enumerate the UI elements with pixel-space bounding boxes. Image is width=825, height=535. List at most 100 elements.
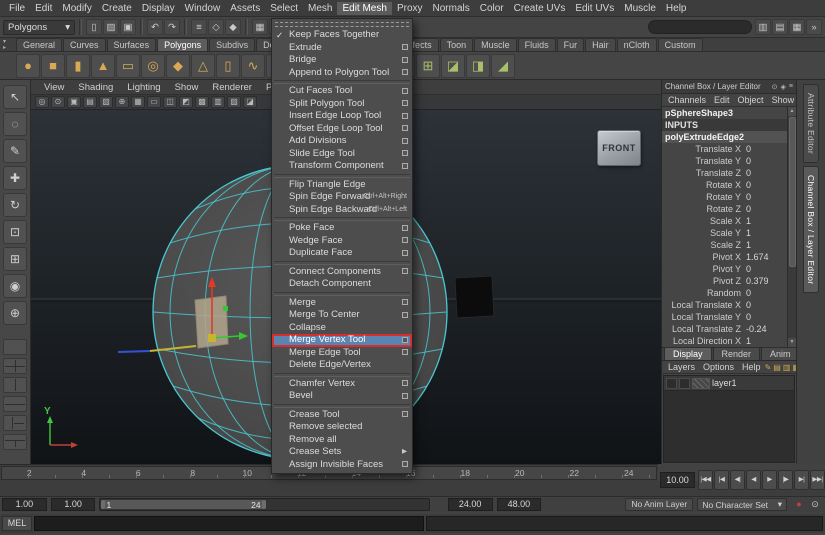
menu-item[interactable]: ✓ Merge Vertex Tool ▶ [272, 334, 412, 347]
select-camera-icon[interactable]: ◎ [35, 96, 49, 108]
paint-select-tool-icon[interactable]: ✎ [3, 139, 27, 163]
new-empty-layer-icon[interactable]: ▤ [773, 363, 781, 372]
menu-item[interactable]: ✓ Chamfer Vertex ▶ [272, 378, 412, 391]
option-box[interactable] [402, 250, 408, 256]
channel-box-toggle-icon[interactable]: ▦ [789, 19, 805, 35]
move-tool-icon[interactable]: ✚ [3, 166, 27, 190]
menu-item[interactable]: ✓ Spin Edge Backward Ctrl+Alt+Left ▶ [272, 204, 412, 217]
menu-item[interactable]: File [4, 2, 30, 15]
safe-title-icon[interactable]: ▨ [227, 96, 241, 108]
lasso-select-tool-icon[interactable]: ◌ [3, 112, 27, 136]
poly-cylinder-icon[interactable]: ▮ [66, 54, 90, 78]
layer-editor-tab[interactable]: Render [713, 347, 761, 360]
menu-item[interactable]: Display [137, 2, 180, 15]
shelf-tab[interactable]: Polygons [157, 38, 208, 51]
option-box[interactable] [402, 393, 408, 399]
menu-item[interactable]: Mesh [303, 2, 337, 15]
menu-item[interactable]: Modify [57, 2, 96, 15]
side-panel-tab[interactable]: Attribute Editor [803, 84, 819, 163]
menu-item[interactable]: ✓ Remove all ▶ [272, 434, 412, 447]
split-icon[interactable]: ◢ [491, 54, 515, 78]
option-box[interactable] [402, 225, 408, 231]
redo-icon[interactable]: ↷ [164, 19, 180, 35]
menu-item[interactable]: ✓ ▶ [274, 373, 410, 377]
shelf-tab[interactable]: Fur [557, 38, 585, 51]
layer-menu-item[interactable]: Layers [664, 362, 699, 372]
poly-pyramid-icon[interactable]: △ [191, 54, 215, 78]
menu-item[interactable]: ✓ Crease Sets ▶ [272, 446, 412, 459]
poly-plane-icon[interactable]: ▭ [116, 54, 140, 78]
play-forwards-button[interactable]: ▶ [762, 470, 777, 490]
layer-editor-tab[interactable]: Display [664, 347, 712, 360]
shelf-tab[interactable]: nCloth [617, 38, 657, 51]
option-box[interactable] [402, 461, 408, 467]
quick-input-field[interactable] [648, 20, 752, 34]
play-backwards-button[interactable]: ◀ [746, 470, 761, 490]
channel-row[interactable]: Local Translate Z -0.24 [662, 323, 787, 335]
shelf-tab[interactable]: Toon [440, 38, 474, 51]
menu-item[interactable]: ✓ Crease Tool ▶ [272, 409, 412, 422]
poly-cone-icon[interactable]: ▲ [91, 54, 115, 78]
scroll-down-icon[interactable]: ▼ [788, 338, 796, 347]
go-to-end-button[interactable]: ▶▶| [810, 470, 825, 490]
channel-row[interactable]: Local Translate Y 0 [662, 311, 787, 323]
channel-row[interactable]: Translate X 0 [662, 143, 787, 155]
layout-two-pane-side-button[interactable] [3, 377, 27, 393]
resolution-gate-icon[interactable]: ◫ [163, 96, 177, 108]
step-back-frame-button[interactable]: ◀| [730, 470, 745, 490]
menu-item[interactable]: ✓ Insert Edge Loop Tool ▶ [272, 110, 412, 123]
collapse-panel-icon[interactable]: » [806, 19, 822, 35]
channel-row[interactable]: Local Translate X 0 [662, 299, 787, 311]
option-box[interactable] [402, 337, 408, 343]
menu-set-dropdown[interactable]: Polygons ▾ [3, 20, 75, 35]
menu-item[interactable]: ✓ Wedge Face ▶ [272, 235, 412, 248]
field-chart-icon[interactable]: ▩ [195, 96, 209, 108]
shelf-tab[interactable]: General [16, 38, 62, 51]
universal-manipulator-icon[interactable]: ⊞ [3, 247, 27, 271]
menu-item[interactable]: ✓ Duplicate Face ▶ [272, 247, 412, 260]
panel-menu-item[interactable]: Renderer [205, 82, 259, 93]
animation-end-field[interactable]: 48.00 [497, 498, 542, 511]
front-camera-plate[interactable]: FRONT [597, 130, 641, 166]
shelf-tab[interactable]: Muscle [474, 38, 517, 51]
lock-camera-icon[interactable]: ⊙ [51, 96, 65, 108]
grid-toggle-icon[interactable]: ▦ [131, 96, 145, 108]
playback-end-field[interactable]: 24.00 [448, 498, 493, 511]
channel-row[interactable]: INPUTS [662, 119, 787, 131]
channel-row[interactable]: Rotate X 0 [662, 179, 787, 191]
option-box[interactable] [402, 411, 408, 417]
option-box[interactable] [402, 380, 408, 386]
layer-menu-item[interactable]: Help [738, 362, 765, 372]
channel-row[interactable]: Rotate Z 0 [662, 203, 787, 215]
character-set-dropdown[interactable]: No Character Set ▾ [697, 498, 787, 511]
film-gate-icon[interactable]: ▭ [147, 96, 161, 108]
layer-row[interactable]: layer1 [664, 376, 794, 391]
menu-item[interactable]: Select [265, 2, 303, 15]
menu-item[interactable]: ✓ Add Divisions ▶ [272, 135, 412, 148]
channel-row[interactable]: pSphereShape3 [662, 107, 787, 119]
channel-box-menu-item[interactable]: Show [768, 95, 799, 105]
gate-mask-icon[interactable]: ◩ [179, 96, 193, 108]
layer-color-swatch[interactable] [692, 378, 710, 389]
menu-item[interactable]: ✓ Transform Component ▶ [272, 160, 412, 173]
layer-playback-toggle[interactable] [679, 378, 690, 389]
open-scene-icon[interactable]: ▨ [103, 19, 119, 35]
channel-row[interactable]: Random 0 [662, 287, 787, 299]
menu-item[interactable]: Window [180, 2, 226, 15]
poly-prism-icon[interactable]: ◆ [166, 54, 190, 78]
menu-item[interactable]: Color [475, 2, 509, 15]
channel-menu-icon[interactable]: ≡ [789, 83, 793, 91]
channel-box-menu-item[interactable]: Object [734, 95, 768, 105]
menu-item[interactable]: ✓ Append to Polygon Tool ▶ [272, 67, 412, 80]
option-box[interactable] [402, 113, 408, 119]
channel-row[interactable]: Pivot Z 0.379 [662, 275, 787, 287]
step-back-key-button[interactable]: |◀ [714, 470, 729, 490]
menu-item[interactable]: ✓ ▶ [274, 174, 410, 178]
layout-two-pane-stacked-button[interactable] [3, 396, 27, 412]
shelf-menu-arrows-icon[interactable]: ▾▸ [3, 39, 6, 51]
layer-name[interactable]: layer1 [712, 378, 737, 388]
shelf-tab[interactable]: Subdivs [209, 38, 255, 51]
option-box[interactable] [402, 69, 408, 75]
layer-menu-item[interactable]: Options [699, 362, 738, 372]
anim-layer-button[interactable]: No Anim Layer [625, 498, 693, 511]
